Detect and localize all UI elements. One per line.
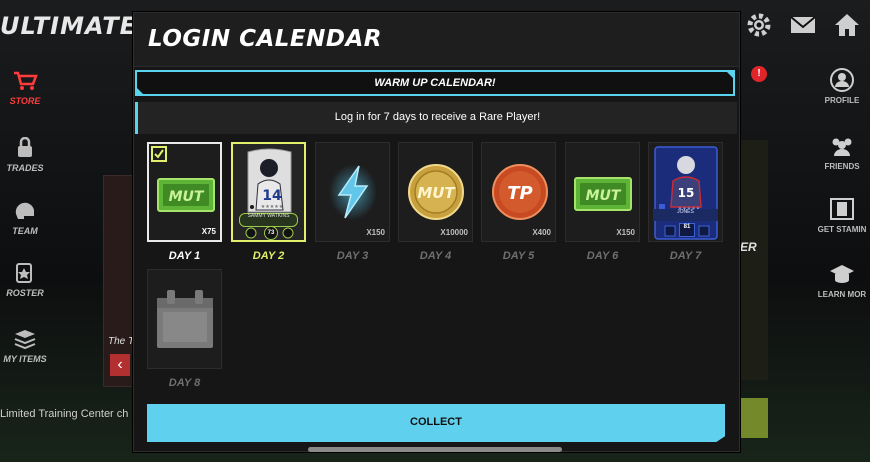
- mut-coin-bill-icon: MUT: [157, 178, 215, 212]
- nav-friends-label: FRIENDS: [824, 162, 860, 171]
- nav-team[interactable]: TEAM: [0, 200, 50, 236]
- svg-text:MUT: MUT: [169, 189, 205, 205]
- nav-my-items-label: MY ITEMS: [3, 354, 47, 364]
- nav-trades-label: TRADES: [6, 163, 44, 173]
- day-1-tile[interactable]: MUT X75: [147, 142, 222, 242]
- alert-badge: !: [751, 66, 767, 82]
- nav-roster[interactable]: ROSTER: [0, 262, 50, 298]
- day-5-tile[interactable]: TP X400: [481, 142, 556, 242]
- nav-profile-label: PROFILE: [824, 96, 860, 105]
- day-4-label: DAY 4: [419, 250, 452, 262]
- chevron-left-icon[interactable]: ‹: [110, 354, 130, 376]
- background-panel-right-label: ER: [740, 240, 757, 254]
- nav-trades[interactable]: TRADES: [0, 137, 50, 173]
- day-4-tile[interactable]: MUT X10000: [398, 142, 473, 242]
- day-3-tile[interactable]: X150: [315, 142, 390, 242]
- nav-team-label: TEAM: [12, 226, 38, 236]
- day-7-card-name: JONES: [653, 209, 718, 221]
- friends-icon: [832, 138, 852, 156]
- day-2-card-ovr: 73: [264, 226, 278, 240]
- svg-text:MUT: MUT: [586, 188, 622, 204]
- nav-learn-more[interactable]: LEARN MOR: [814, 262, 870, 299]
- day-5-qty: X400: [532, 228, 551, 237]
- app-title: ULTIMATE: [0, 12, 138, 40]
- day-1-label: DAY 1: [168, 250, 201, 262]
- nav-roster-label: ROSTER: [6, 288, 44, 298]
- home-indicator[interactable]: [308, 447, 562, 452]
- svg-text:14: 14: [262, 188, 282, 204]
- profile-icon: [830, 68, 854, 92]
- banner-text: WARM UP CALENDAR!: [374, 77, 496, 89]
- cart-icon: [14, 71, 38, 90]
- day-8-tile[interactable]: [147, 269, 222, 369]
- helmet-icon: [15, 202, 34, 219]
- modal-title: LOGIN CALENDAR: [148, 26, 382, 52]
- svg-text:MUT: MUT: [417, 184, 456, 202]
- collect-button[interactable]: COLLECT: [147, 404, 725, 442]
- home-icon[interactable]: [832, 10, 862, 40]
- background-green-block: [738, 398, 768, 438]
- training-points-icon: TP: [492, 164, 548, 220]
- nav-store[interactable]: STORE: [0, 70, 50, 106]
- warm-up-banner: WARM UP CALENDAR!: [135, 70, 735, 96]
- gold-coin-icon: MUT: [408, 164, 464, 220]
- day-1-qty: X75: [201, 227, 216, 236]
- day-4-qty: X10000: [440, 228, 468, 237]
- day-3-qty: X150: [366, 228, 385, 237]
- top-icons: [744, 10, 862, 40]
- instructions-bar: Log in for 7 days to receive a Rare Play…: [135, 102, 737, 134]
- svg-text:TP: TP: [507, 183, 532, 204]
- day-7-label: DAY 7: [669, 250, 702, 262]
- film-icon: [830, 198, 854, 220]
- day-2-tile[interactable]: 14 ★★★★★ SAMMY WATKINS 73: [231, 142, 306, 242]
- checkmark-icon: [151, 146, 167, 162]
- mail-icon[interactable]: [788, 10, 818, 40]
- day-3-label: DAY 3: [336, 250, 369, 262]
- day-5-label: DAY 5: [502, 250, 535, 262]
- day-6-tile[interactable]: MUT X150: [565, 142, 640, 242]
- mut-coin-bill-icon: MUT: [574, 177, 632, 211]
- nav-my-items[interactable]: MY ITEMS: [0, 328, 50, 364]
- grad-cap-icon: [830, 265, 854, 283]
- svg-text:15: 15: [678, 186, 695, 200]
- instructions-text: Log in for 7 days to receive a Rare Play…: [334, 111, 541, 123]
- collect-button-label: COLLECT: [410, 416, 462, 428]
- background-ticker: Limited Training Center ch: [0, 408, 129, 420]
- stack-icon: [14, 330, 36, 350]
- nav-store-label: STORE: [9, 96, 41, 106]
- nav-get-stamina-label: GET STAMIN: [817, 225, 867, 234]
- day-8-label: DAY 8: [168, 377, 201, 389]
- day-7-tile[interactable]: 15 ★★★★★ JONES 81: [648, 142, 723, 242]
- day-2-label: DAY 2: [252, 250, 285, 262]
- background-panel-left: The T ‹: [103, 175, 137, 387]
- day-7-card-ovr: 81: [679, 223, 695, 237]
- background-panel-left-label: The T: [108, 336, 135, 347]
- calendar-icon: [157, 290, 213, 348]
- lightning-icon: [329, 164, 377, 220]
- svg-text:★★★★★: ★★★★★: [261, 204, 284, 210]
- nav-get-stamina[interactable]: GET STAMIN: [814, 197, 870, 234]
- background-panel-right: ER: [738, 140, 768, 380]
- day-2-card-name: SAMMY WATKINS: [239, 213, 298, 227]
- gear-icon[interactable]: [744, 10, 774, 40]
- login-calendar-modal: LOGIN CALENDAR WARM UP CALENDAR! Log in …: [133, 12, 740, 452]
- nav-friends[interactable]: FRIENDS: [814, 134, 870, 171]
- modal-header: LOGIN CALENDAR: [134, 13, 739, 67]
- day-6-qty: X150: [616, 228, 635, 237]
- nav-profile[interactable]: PROFILE: [814, 68, 870, 105]
- nav-learn-more-label: LEARN MOR: [817, 290, 867, 299]
- cards-icon: [16, 263, 32, 283]
- day-6-label: DAY 6: [586, 250, 619, 262]
- trades-icon: [18, 137, 32, 157]
